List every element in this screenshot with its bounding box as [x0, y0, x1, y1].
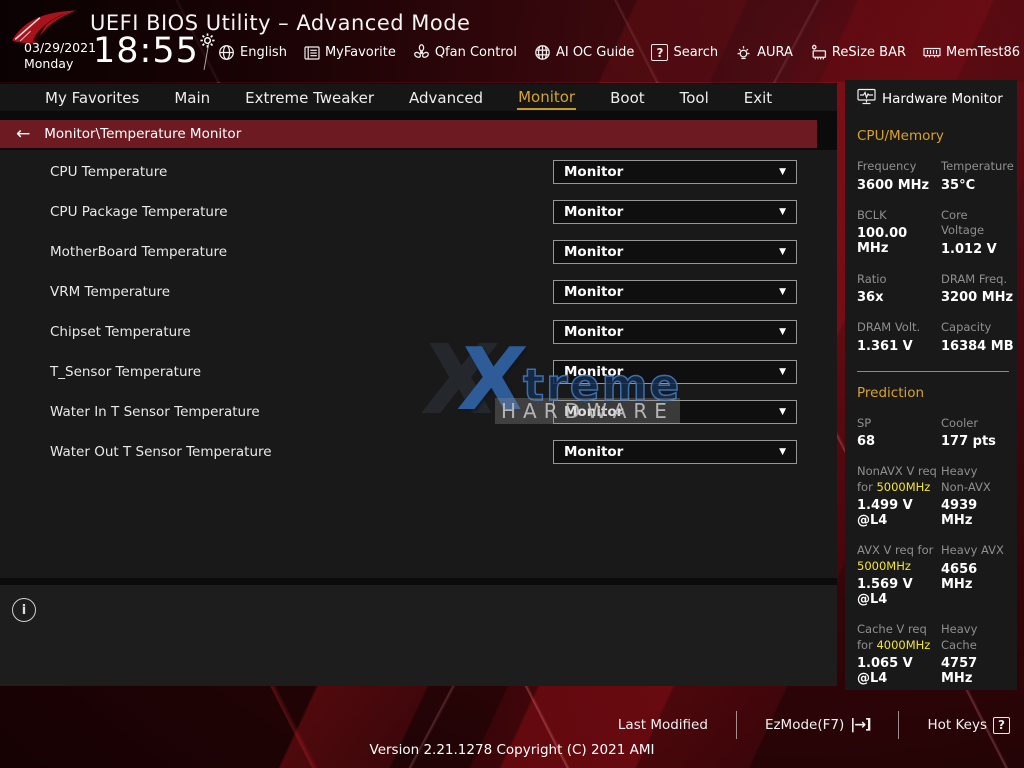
- chevron-down-icon: ▼: [779, 167, 786, 177]
- setting-row-chipset-temperature: Chipset Temperature Monitor ▼: [0, 312, 837, 352]
- breadcrumb-bar: ← Monitor\Temperature Monitor: [0, 120, 817, 148]
- setting-row-cpu-package-temperature: CPU Package Temperature Monitor ▼: [0, 192, 837, 232]
- tab-boot[interactable]: Boot: [609, 87, 646, 109]
- setting-row-cpu-temperature: CPU Temperature Monitor ▼: [0, 152, 837, 192]
- qfan-control-button[interactable]: Qfan Control: [413, 44, 517, 61]
- stat-temperature: Temperature 35°C: [941, 159, 1018, 193]
- main-menu-bar: My Favorites Main Extreme Tweaker Advanc…: [0, 84, 837, 111]
- stat-heavy-avx: Heavy AVX 4656 MHz: [941, 543, 1011, 607]
- search-button[interactable]: ? Search: [651, 44, 718, 61]
- search-question-icon: ?: [651, 44, 668, 61]
- stat-cooler: Cooler 177 pts: [941, 416, 1011, 450]
- resize-bar-button[interactable]: ReSize BAR: [810, 44, 906, 61]
- version-text: Version 2.21.1278 Copyright (C) 2021 AMI: [0, 742, 1024, 758]
- tab-exit[interactable]: Exit: [743, 87, 773, 109]
- stat-bclk: BCLK 100.00 MHz: [857, 208, 941, 257]
- chevron-down-icon: ▼: [779, 207, 786, 217]
- hardware-monitor-icon: [857, 88, 876, 109]
- chevron-down-icon: ▼: [779, 327, 786, 337]
- settings-panel: CPU Temperature Monitor ▼ CPU Package Te…: [0, 150, 837, 578]
- stat-capacity: Capacity 16384 MB: [941, 320, 1018, 354]
- setting-row-t-sensor-temperature: T_Sensor Temperature Monitor ▼: [0, 352, 837, 392]
- stat-sp: SP 68: [857, 416, 941, 450]
- tab-monitor[interactable]: Monitor: [517, 86, 576, 110]
- ezmode-switch-icon: |→]: [850, 717, 870, 733]
- motherboard-temperature-dropdown[interactable]: Monitor ▼: [553, 240, 797, 264]
- water-out-temperature-dropdown[interactable]: Monitor ▼: [553, 440, 797, 464]
- language-button[interactable]: English: [218, 44, 287, 61]
- globe-icon: [218, 44, 235, 61]
- chevron-down-icon: ▼: [779, 247, 786, 257]
- aura-lamp-icon: [735, 44, 752, 61]
- myfavorite-button[interactable]: MyFavorite: [304, 45, 396, 60]
- stat-dram-freq: DRAM Freq. 3200 MHz: [941, 272, 1018, 306]
- cpu-package-temperature-dropdown[interactable]: Monitor ▼: [553, 200, 797, 224]
- footer-separator: [898, 711, 899, 739]
- setting-row-motherboard-temperature: MotherBoard Temperature Monitor ▼: [0, 232, 837, 272]
- tab-main[interactable]: Main: [173, 87, 211, 109]
- date-text: 03/29/2021: [24, 40, 96, 56]
- ezmode-button[interactable]: EzMode(F7) |→]: [765, 717, 871, 733]
- bios-screen: UEFI BIOS Utility – Advanced Mode 03/29/…: [0, 0, 1024, 768]
- setting-row-water-in-temperature: Water In T Sensor Temperature Monitor ▼: [0, 392, 837, 432]
- time-text: 18:55: [93, 31, 199, 71]
- stat-nonavx-vreq: NonAVX V req for 5000MHz 1.499 V @L4: [857, 464, 941, 528]
- tab-extreme-tweaker[interactable]: Extreme Tweaker: [244, 87, 375, 109]
- prediction-grid: SP 68 Cooler 177 pts NonAVX V req for 50…: [857, 416, 1011, 702]
- tab-tool[interactable]: Tool: [679, 87, 710, 109]
- last-modified-button[interactable]: Last Modified: [618, 717, 708, 733]
- stat-avx-vreq: AVX V req for 5000MHz 1.569 V @L4: [857, 543, 941, 607]
- fan-icon: [413, 44, 430, 61]
- water-in-temperature-dropdown[interactable]: Monitor ▼: [553, 400, 797, 424]
- ai-oc-guide-button[interactable]: AI OC Guide: [534, 44, 634, 61]
- header: UEFI BIOS Utility – Advanced Mode 03/29/…: [0, 0, 1024, 82]
- chevron-down-icon: ▼: [779, 407, 786, 417]
- chevron-down-icon: ▼: [779, 367, 786, 377]
- stat-dram-volt: DRAM Volt. 1.361 V: [857, 320, 941, 354]
- chevron-down-icon: ▼: [779, 447, 786, 457]
- footer-bar: Last Modified EzMode(F7) |→] Hot Keys ?: [0, 709, 1024, 741]
- setting-row-water-out-temperature: Water Out T Sensor Temperature Monitor ▼: [0, 432, 837, 472]
- hot-keys-button[interactable]: Hot Keys ?: [927, 717, 1010, 734]
- favorites-list-icon: [304, 46, 320, 60]
- sidebar-divider: [857, 371, 1009, 372]
- stat-heavy-nonavx: Heavy Non-AVX 4939 MHz: [941, 464, 1011, 528]
- breadcrumb-path: Monitor\Temperature Monitor: [44, 126, 241, 142]
- footer-separator: [736, 711, 737, 739]
- info-icon: i: [12, 598, 36, 622]
- stat-frequency: Frequency 3600 MHz: [857, 159, 941, 193]
- ram-module-icon: [923, 45, 941, 60]
- tab-my-favorites[interactable]: My Favorites: [44, 87, 140, 109]
- hardware-monitor-title: Hardware Monitor: [882, 91, 1003, 107]
- stat-ratio: Ratio 36x: [857, 272, 941, 306]
- hardware-monitor-panel: Hardware Monitor CPU/Memory Frequency 36…: [845, 80, 1017, 690]
- cpu-memory-section-title: CPU/Memory: [857, 128, 1011, 144]
- header-toolbar: English MyFavorite: [218, 44, 1020, 61]
- stat-core-voltage: Core Voltage 1.012 V: [941, 208, 1018, 257]
- back-arrow-icon[interactable]: ←: [16, 126, 30, 143]
- setting-row-vrm-temperature: VRM Temperature Monitor ▼: [0, 272, 837, 312]
- stat-heavy-cache: Heavy Cache 4757 MHz: [941, 622, 1011, 686]
- t-sensor-temperature-dropdown[interactable]: Monitor ▼: [553, 360, 797, 384]
- cpu-temperature-dropdown[interactable]: Monitor ▼: [553, 160, 797, 184]
- brain-icon: [534, 44, 551, 61]
- aura-button[interactable]: AURA: [735, 44, 793, 61]
- tab-advanced[interactable]: Advanced: [408, 87, 484, 109]
- stat-cache-vreq: Cache V req for 4000MHz 1.065 V @L4: [857, 622, 941, 686]
- vrm-temperature-dropdown[interactable]: Monitor ▼: [553, 280, 797, 304]
- chevron-down-icon: ▼: [779, 287, 786, 297]
- hot-keys-question-icon: ?: [993, 717, 1010, 734]
- chipset-temperature-dropdown[interactable]: Monitor ▼: [553, 320, 797, 344]
- cpu-memory-grid: Frequency 3600 MHz Temperature 35°C BCLK…: [857, 159, 1011, 369]
- day-text: Monday: [24, 56, 96, 72]
- pcie-card-icon: [810, 44, 827, 61]
- memtest86-button[interactable]: MemTest86: [923, 45, 1020, 60]
- description-panel: i: [0, 585, 837, 686]
- prediction-section-title: Prediction: [857, 385, 1011, 401]
